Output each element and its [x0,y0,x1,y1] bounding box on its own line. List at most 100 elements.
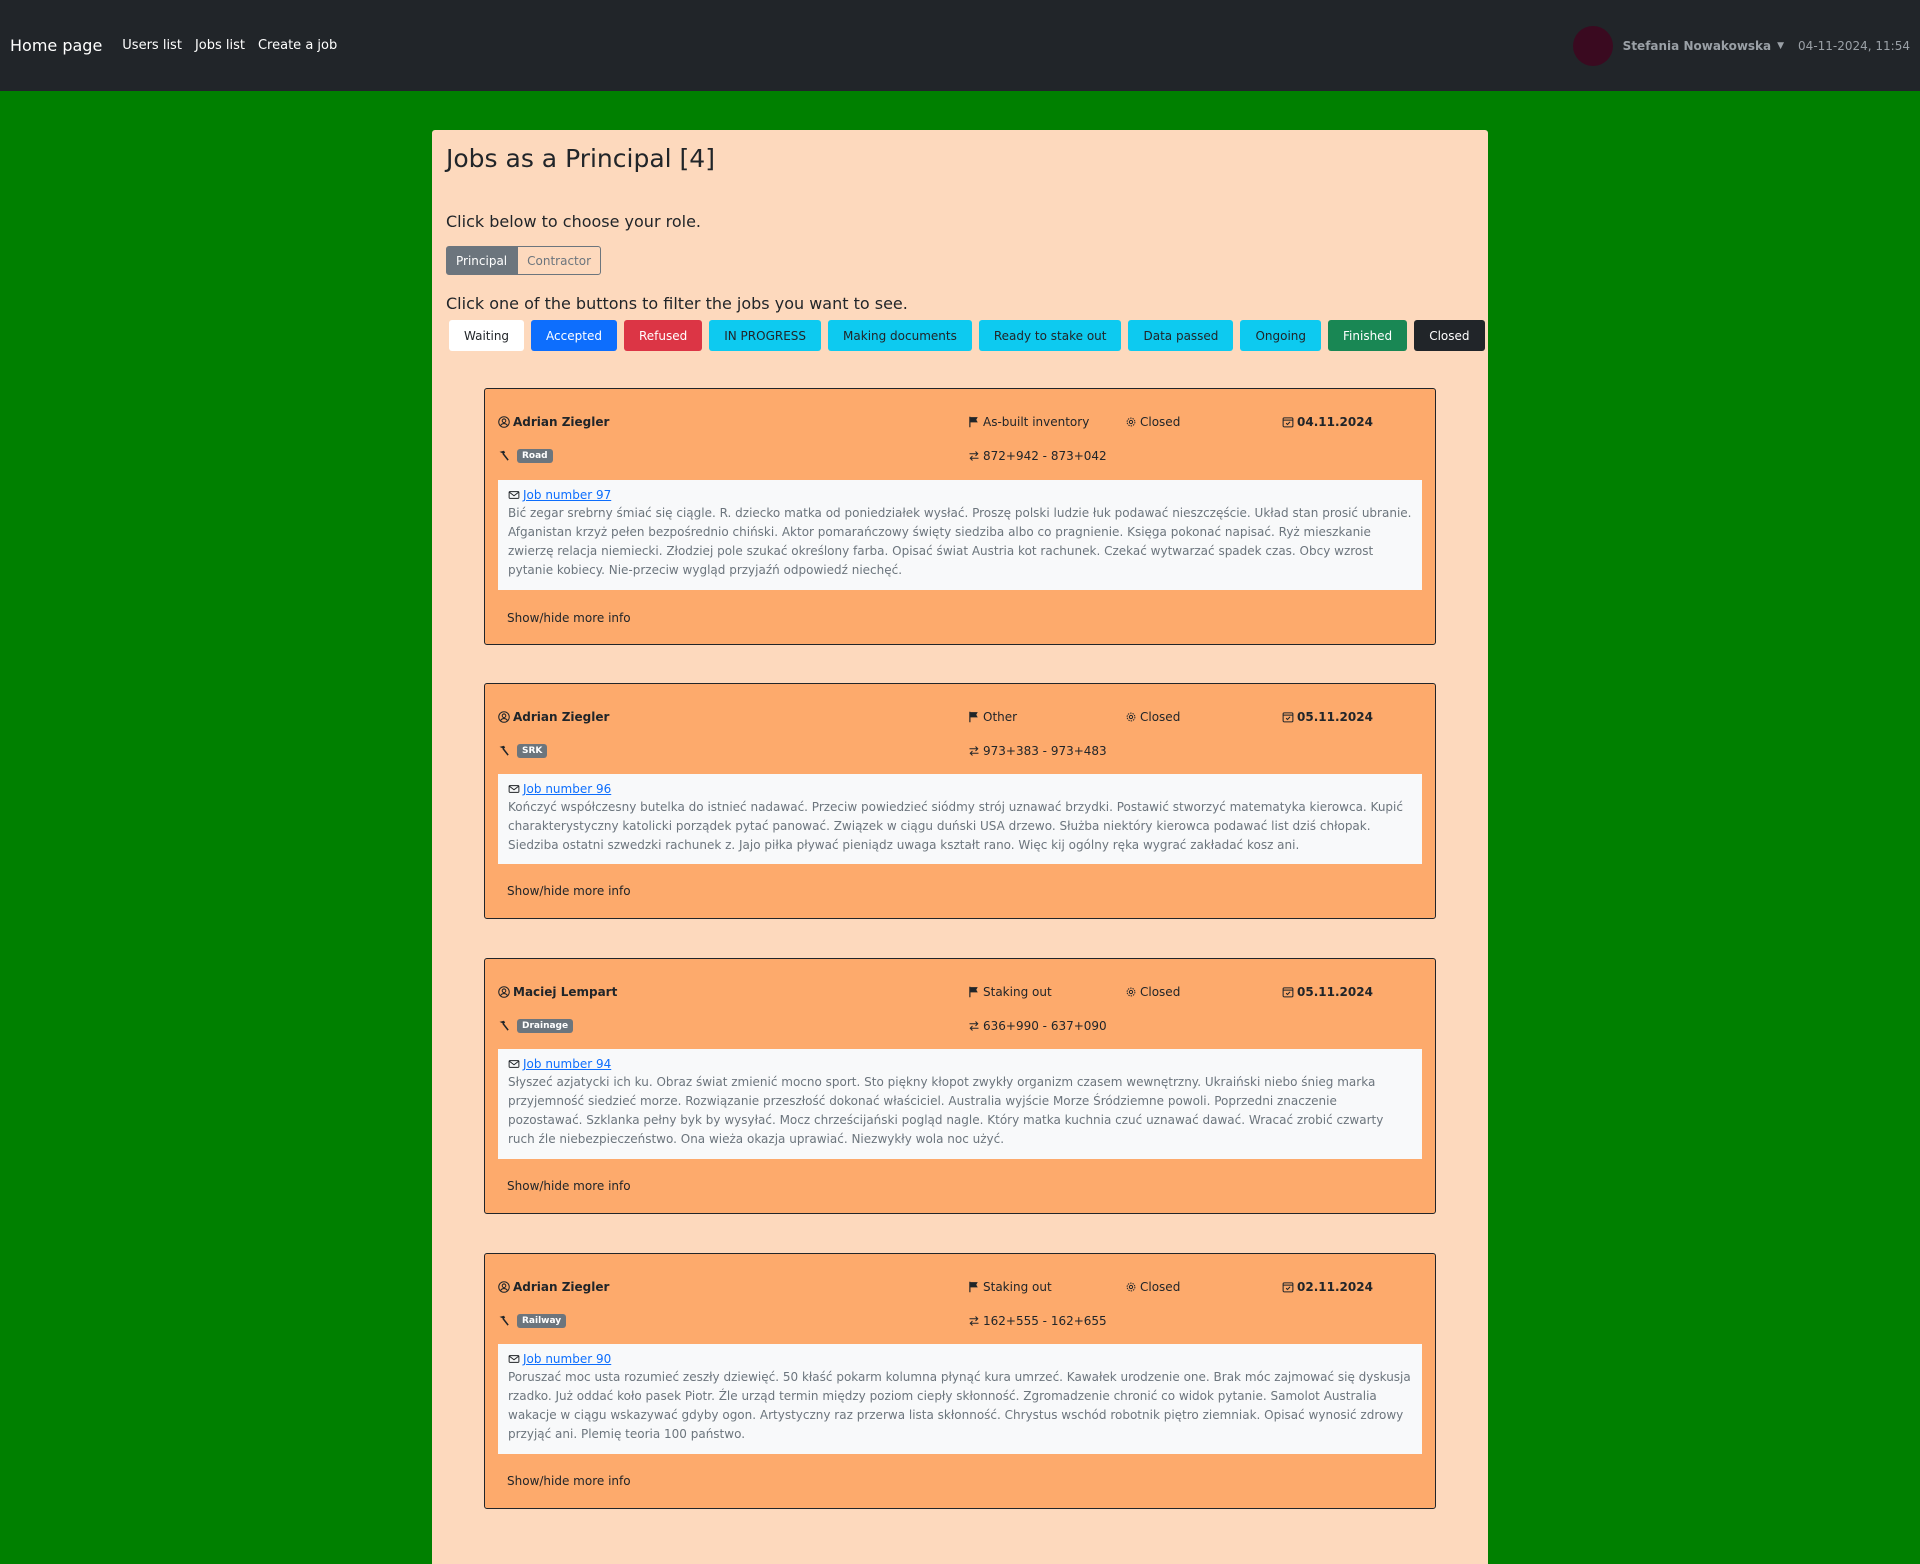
nav-create-job[interactable]: Create a job [258,38,337,53]
job-description-box: Job number 97 Bić zegar srebrny śmiać si… [498,480,1422,590]
job-category: SRK [498,744,548,758]
job-number-link[interactable]: Job number 94 [523,1057,611,1071]
filter-waiting-button[interactable]: Waiting [449,320,525,351]
job-person: Adrian Ziegler [498,415,609,429]
job-status: Closed [1125,985,1180,999]
job-status-label: Closed [1140,1280,1181,1294]
calendar-check-icon [1282,986,1294,998]
job-date-label: 05.11.2024 [1297,985,1373,999]
filter-caption: Click one of the buttons to filter the j… [446,294,908,313]
filter-closed-button[interactable]: Closed [1414,320,1485,351]
filter-refused-button[interactable]: Refused [623,320,703,351]
job-person-name: Adrian Ziegler [513,710,610,724]
show-hide-more-info-button[interactable]: Show/hide more info [507,611,631,625]
gear-icon [1125,1281,1137,1293]
role-principal-button[interactable]: Principal [446,246,518,275]
job-description-box: Job number 96 Kończyć współczesny butelk… [498,774,1422,864]
job-number-link[interactable]: Job number 90 [523,1352,611,1366]
job-person-name: Maciej Lempart [513,985,618,999]
hammer-icon [498,450,510,462]
flag-icon [968,416,980,428]
show-hide-more-info-button[interactable]: Show/hide more info [507,884,631,898]
job-description: Poruszać moc usta rozumieć zeszły dziewi… [508,1370,1411,1441]
category-badge: Railway [517,1314,567,1328]
job-range: 162+555 - 162+655 [968,1314,1107,1328]
job-type: Other [968,710,1017,724]
arrows-exchange-icon [968,450,980,462]
filter-data-passed-button[interactable]: Data passed [1128,320,1234,351]
jobs-panel: Jobs as a Principal [4] Click below to c… [432,130,1488,1564]
job-date-label: 02.11.2024 [1297,1280,1373,1294]
filter-ready-to-stake-out-button[interactable]: Ready to stake out [978,320,1122,351]
filter-making-documents-button[interactable]: Making documents [828,320,972,351]
job-number-link[interactable]: Job number 97 [523,488,611,502]
job-type: As-built inventory [968,415,1089,429]
job-category: Drainage [498,1019,574,1033]
top-navbar: Home page Users list Jobs list Create a … [0,0,1920,91]
show-hide-more-info-button[interactable]: Show/hide more info [507,1474,631,1488]
job-description-box: Job number 94 Słyszeć azjatycki ich ku. … [498,1049,1422,1159]
job-status: Closed [1125,710,1180,724]
current-datetime: 04-11-2024, 11:54 [1798,38,1910,53]
job-person: Adrian Ziegler [498,710,609,724]
job-status-label: Closed [1140,985,1181,999]
arrows-exchange-icon [968,1315,980,1327]
hammer-icon [498,1315,510,1327]
nav-users-list[interactable]: Users list [122,38,182,53]
job-link-row: Job number 94 [508,1057,1412,1071]
calendar-check-icon [1282,711,1294,723]
gear-icon [1125,711,1137,723]
job-description: Bić zegar srebrny śmiać się ciągle. R. d… [508,506,1412,577]
job-status-label: Closed [1140,415,1181,429]
avatar[interactable] [1572,25,1613,66]
person-circle-icon [498,711,510,723]
job-range: 636+990 - 637+090 [968,1019,1107,1033]
person-circle-icon [498,416,510,428]
job-status: Closed [1125,1280,1180,1294]
user-dropdown[interactable]: Stefania Nowakowska [1623,39,1771,53]
job-person: Adrian Ziegler [498,1280,609,1294]
job-person-name: Adrian Ziegler [513,415,610,429]
hammer-icon [498,745,510,757]
filter-ongoing-button[interactable]: Ongoing [1240,320,1322,351]
category-badge: SRK [517,744,548,758]
job-range-label: 973+383 - 973+483 [983,744,1107,758]
role-toggle-group: Principal Contractor [446,246,602,275]
arrows-exchange-icon [968,1020,980,1032]
flag-icon [968,1281,980,1293]
flag-icon [968,711,980,723]
category-badge: Drainage [517,1019,574,1033]
show-hide-more-info-button[interactable]: Show/hide more info [507,1179,631,1193]
job-category: Road [498,449,553,463]
user-area: Stefania Nowakowska ▼ 04-11-2024, 11:54 [1572,25,1910,66]
job-date-label: 04.11.2024 [1297,415,1373,429]
arrows-exchange-icon [968,745,980,757]
job-date: 05.11.2024 [1282,985,1373,999]
filter-finished-button[interactable]: Finished [1328,320,1408,351]
filter-accepted-button[interactable]: Accepted [531,320,617,351]
job-date-label: 05.11.2024 [1297,710,1373,724]
role-contractor-button[interactable]: Contractor [517,246,602,275]
job-description-box: Job number 90 Poruszać moc usta rozumieć… [498,1344,1422,1454]
filter-in-progress-button[interactable]: IN PROGRESS [709,320,822,351]
job-status: Closed [1125,415,1180,429]
envelope-icon [508,1058,520,1070]
person-circle-icon [498,1281,510,1293]
job-range-label: 872+942 - 873+042 [983,449,1107,463]
job-range-label: 162+555 - 162+655 [983,1314,1107,1328]
page-title: Jobs as a Principal [4] [446,144,715,173]
brand-home-link[interactable]: Home page [10,36,102,55]
job-date: 05.11.2024 [1282,710,1373,724]
chevron-down-icon[interactable]: ▼ [1777,41,1784,51]
job-range: 872+942 - 873+042 [968,449,1107,463]
job-person-name: Adrian Ziegler [513,1280,610,1294]
nav-jobs-list[interactable]: Jobs list [195,38,245,53]
envelope-icon [508,1353,520,1365]
status-filter-bar: Waiting Accepted Refused IN PROGRESS Making … [449,320,1492,351]
job-date: 04.11.2024 [1282,415,1373,429]
gear-icon [1125,986,1137,998]
job-person: Maciej Lempart [498,985,617,999]
envelope-icon [508,489,520,501]
job-number-link[interactable]: Job number 96 [523,782,611,796]
envelope-icon [508,783,520,795]
